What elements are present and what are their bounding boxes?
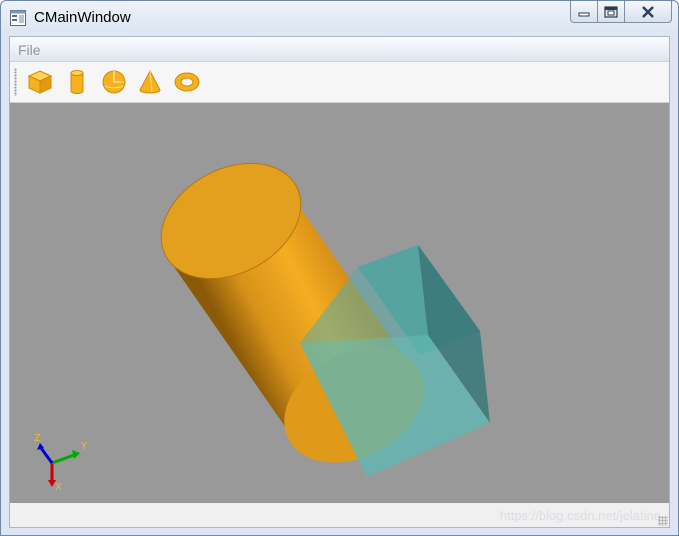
menu-bar: File (10, 37, 669, 62)
size-grip[interactable] (658, 516, 668, 526)
axis-y-label: Y (80, 441, 88, 452)
window-title: CMainWindow (34, 9, 131, 26)
axis-z-label: Z (34, 433, 41, 444)
axis-x-label: X (55, 482, 62, 493)
main-window: CMainWindow File X Y Z https://blog.csdn… (0, 0, 679, 536)
close-icon (642, 5, 654, 18)
toolbar-grip[interactable] (14, 68, 17, 96)
make-cone-button[interactable] (134, 66, 166, 98)
menu-file[interactable]: File (18, 42, 41, 58)
app-icon (10, 10, 26, 26)
client-area: File X Y Z https://blog.csdn.net/jelatin… (9, 36, 670, 528)
axis-triad: X Y Z (34, 433, 88, 493)
make-torus-button[interactable] (171, 66, 203, 98)
torus-icon (174, 72, 200, 92)
maximize-button[interactable] (598, 1, 625, 23)
make-cylinder-button[interactable] (61, 66, 93, 98)
toolbar (10, 62, 669, 103)
cylinder-icon (70, 70, 84, 94)
make-box-button[interactable] (24, 66, 56, 98)
minimize-icon (578, 12, 590, 16)
title-bar[interactable]: CMainWindow (1, 1, 678, 35)
3d-viewport[interactable]: X Y Z (10, 103, 669, 503)
scene: X Y Z (34, 162, 490, 493)
box-icon (27, 70, 53, 94)
watermark: https://blog.csdn.net/jelatine (499, 508, 661, 523)
maximize-icon (604, 5, 618, 18)
minimize-button[interactable] (570, 1, 598, 23)
caption-buttons (570, 1, 672, 23)
status-bar: https://blog.csdn.net/jelatine (10, 503, 669, 527)
sphere-icon (102, 70, 126, 94)
make-sphere-button[interactable] (98, 66, 130, 98)
cone-icon (139, 69, 161, 94)
close-button[interactable] (625, 1, 672, 23)
